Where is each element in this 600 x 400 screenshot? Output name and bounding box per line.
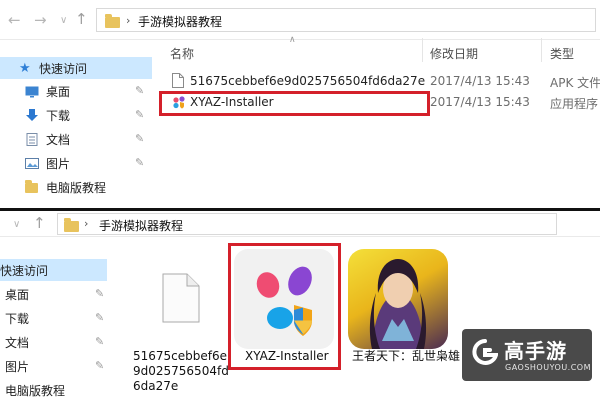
forward-arrow-icon[interactable]: → (34, 12, 47, 28)
pin-icon[interactable]: ✎ (135, 108, 144, 121)
column-header-name[interactable]: 名称 (170, 45, 194, 62)
top-explorer-window: ← → ∨ ↑ › 手游模拟器教程 ★ 快速访问 桌面 ✎ 下载 ✎ 文档 ✎ (0, 0, 600, 208)
file-name: 51675cebbef6e9d025756504fd6da27e (190, 74, 426, 88)
sidebar-item-label: 图片 (5, 359, 30, 374)
tile-label-line: 王者天下：乱世枭雄 (352, 349, 461, 363)
sidebar-item-desktop[interactable]: 桌面 (0, 80, 70, 102)
up-arrow-icon[interactable]: ↑ (75, 11, 88, 27)
folder-icon (25, 179, 39, 194)
address-bar-row: ∨ ↑ › 手游模拟器教程 (0, 211, 600, 237)
tile-label-line: 6da27e (133, 379, 179, 393)
sidebar-item-quick-access[interactable]: ★ 快速访问 (0, 57, 152, 79)
sidebar-item-label: 快速访问 (39, 61, 88, 76)
highlight-box (159, 91, 430, 116)
desktop-icon (25, 85, 39, 98)
pin-icon[interactable]: ✎ (95, 311, 104, 324)
back-arrow-icon[interactable]: ← (8, 12, 21, 28)
bottom-explorer-window: ∨ ↑ › 手游模拟器教程 快速访问 桌面 ✎ 下载 ✎ 文档 ✎ 图片 ✎ 电… (0, 211, 600, 400)
sidebar-item-folder-pc-tutorial[interactable]: 电脑版教程 (0, 176, 106, 198)
pin-icon[interactable]: ✎ (135, 132, 144, 145)
sidebar-item-label: 桌面 (46, 84, 71, 99)
sidebar-item-label: 文档 (5, 335, 30, 350)
sidebar-item-label: 快速访问 (0, 263, 49, 278)
breadcrumb-folder[interactable]: 手游模拟器教程 (99, 217, 183, 234)
watermark-brand: 高手游 (504, 339, 567, 363)
highlight-box (228, 243, 341, 370)
column-divider[interactable] (422, 38, 423, 62)
sidebar-item-label: 图片 (46, 156, 71, 171)
up-arrow-icon[interactable]: ↑ (33, 215, 46, 231)
sidebar-item-folder-pc-tutorial[interactable]: 电脑版教程 (0, 379, 65, 400)
column-divider[interactable] (541, 38, 542, 62)
file-date: 2017/4/13 15:43 (430, 95, 530, 109)
sort-ascending-icon[interactable]: ∧ (289, 35, 296, 45)
folder-icon (64, 218, 79, 232)
tile-label-line: 9d025756504fd (133, 364, 229, 378)
blank-file-icon (162, 273, 200, 326)
sidebar-item-label: 桌面 (5, 287, 30, 302)
pin-icon[interactable]: ✎ (135, 84, 144, 97)
sidebar-item-pictures[interactable]: 图片 (0, 355, 29, 377)
address-box[interactable]: › 手游模拟器教程 (57, 213, 557, 235)
breadcrumb-folder[interactable]: 手游模拟器教程 (138, 13, 222, 30)
folder-icon (105, 14, 120, 28)
watermark-url: GAOSHOUYOU.COM (505, 363, 592, 372)
sidebar-item-label: 电脑版教程 (5, 383, 66, 398)
pin-icon[interactable]: ✎ (95, 359, 104, 372)
watermark-badge: 高手游 GAOSHOUYOU.COM (462, 329, 592, 381)
file-type: APK 文件 (550, 76, 600, 90)
sidebar-item-label: 电脑版教程 (46, 180, 107, 195)
sidebar-item-label: 下载 (46, 108, 71, 123)
picture-icon (25, 157, 39, 170)
chevron-right-icon[interactable]: › (84, 217, 88, 230)
sidebar-item-downloads[interactable]: 下载 (0, 104, 70, 126)
address-box[interactable]: › 手游模拟器教程 (96, 8, 596, 32)
star-icon: ★ (19, 60, 31, 76)
game-app-tile[interactable] (348, 249, 448, 349)
sidebar-item-quick-access[interactable]: 快速访问 (0, 259, 107, 281)
pin-icon[interactable]: ✎ (95, 287, 104, 300)
sidebar-item-documents[interactable]: 文档 (0, 331, 29, 353)
apk-file-tile[interactable] (130, 251, 232, 353)
sidebar-item-downloads[interactable]: 下载 (0, 307, 29, 329)
recent-locations-icon[interactable]: ∨ (13, 217, 20, 233)
recent-locations-icon[interactable]: ∨ (60, 13, 67, 29)
pin-icon[interactable]: ✎ (135, 156, 144, 169)
column-header-date[interactable]: 修改日期 (430, 45, 478, 62)
address-bar-row: ← → ∨ ↑ › 手游模拟器教程 (0, 0, 600, 40)
file-type: 应用程序 (550, 97, 599, 111)
column-header-type[interactable]: 类型 (550, 45, 574, 62)
game-character-icon (348, 249, 448, 349)
sidebar-item-label: 下载 (5, 311, 30, 326)
sidebar-item-documents[interactable]: 文档 (0, 128, 70, 150)
file-date: 2017/4/13 15:43 (430, 74, 530, 88)
sidebar-item-pictures[interactable]: 图片 (0, 152, 70, 174)
tile-label-line: 51675cebbef6e (133, 349, 228, 363)
download-arrow-icon (25, 108, 39, 122)
pin-icon[interactable]: ✎ (95, 335, 104, 348)
document-icon (25, 132, 39, 146)
blank-file-icon (172, 73, 184, 91)
watermark-logo-icon (472, 339, 499, 372)
chevron-right-icon[interactable]: › (126, 14, 130, 27)
sidebar-item-label: 文档 (46, 132, 71, 147)
file-row-apk[interactable]: 51675cebbef6e9d025756504fd6da27e 2017/4/… (164, 71, 600, 93)
sidebar-item-desktop[interactable]: 桌面 (0, 283, 29, 305)
